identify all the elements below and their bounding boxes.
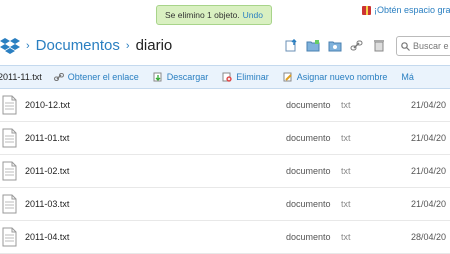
undo-link[interactable]: Undo [243, 10, 263, 20]
breadcrumb: › Documentos › diario [26, 37, 172, 54]
file-kind: documento [286, 100, 331, 110]
file-date: 21/04/20 [411, 100, 447, 110]
download-icon [153, 72, 162, 82]
undo-notification: Se elimino 1 objeto. Undo [156, 5, 272, 25]
more-button[interactable]: Má [401, 72, 414, 82]
upload-icon[interactable] [284, 39, 298, 52]
file-date: 21/04/20 [411, 199, 447, 209]
get-link-button[interactable]: Obtener el enlace [53, 72, 139, 82]
download-label: Descargar [166, 72, 209, 82]
search-icon [401, 41, 410, 51]
file-name[interactable]: 2011-03.txt [25, 199, 69, 209]
file-list: 2010-12.txt documento txt 21/04/20 2011-… [0, 89, 450, 254]
file-extension: txt [341, 199, 351, 209]
file-kind: documento [286, 166, 331, 176]
file-extension: txt [341, 232, 351, 242]
breadcrumb-separator: › [125, 39, 130, 52]
text-file-icon [2, 128, 17, 148]
page-title: diario [135, 37, 173, 54]
file-kind: documento [286, 232, 331, 242]
file-date: 21/04/20 [411, 133, 447, 143]
rename-label: Asignar nuevo nombre [296, 72, 388, 82]
text-file-icon [2, 95, 17, 115]
rename-icon [283, 72, 292, 82]
download-button[interactable]: Descargar [153, 72, 209, 82]
delete-icon [222, 72, 232, 82]
file-kind: documento [286, 199, 331, 209]
promo-label: ¡Obtén espacio gra [374, 5, 450, 15]
text-file-icon [2, 194, 17, 214]
file-name[interactable]: 2011-01.txt [25, 133, 69, 143]
file-row[interactable]: 2011-02.txt documento txt 21/04/20 [0, 155, 450, 188]
file-kind: documento [286, 133, 331, 143]
file-extension: txt [341, 100, 351, 110]
file-row[interactable]: 2011-01.txt documento txt 21/04/20 [0, 122, 450, 155]
action-bar: 2011-11.txt Obtener el enlace Descargar … [0, 65, 450, 89]
delete-label: Eliminar [236, 72, 269, 82]
promo-link[interactable]: ¡Obtén espacio gra [362, 5, 450, 15]
file-row[interactable]: 2011-04.txt documento txt 28/04/20 [0, 221, 450, 254]
search-placeholder: Buscar e [413, 41, 449, 51]
delete-button[interactable]: Eliminar [222, 72, 269, 82]
toolbar [284, 39, 386, 52]
rename-button[interactable]: Asignar nuevo nombre [283, 72, 388, 82]
new-folder-icon[interactable] [306, 39, 320, 52]
breadcrumb-separator: › [26, 39, 30, 52]
link-icon[interactable] [350, 39, 364, 52]
search-input[interactable]: Buscar e [396, 36, 450, 56]
file-extension: txt [341, 166, 351, 176]
get-link-label: Obtener el enlace [67, 72, 139, 82]
file-name[interactable]: 2011-04.txt [25, 232, 69, 242]
file-date: 28/04/20 [411, 232, 447, 242]
notification-message: Se elimino 1 objeto. [165, 10, 240, 20]
file-row[interactable]: 2010-12.txt documento txt 21/04/20 [0, 89, 450, 122]
file-date: 21/04/20 [411, 166, 447, 176]
file-name[interactable]: 2011-02.txt [25, 166, 69, 176]
shared-folder-icon[interactable] [328, 39, 342, 52]
dropbox-logo-icon[interactable] [0, 36, 20, 56]
file-extension: txt [341, 133, 351, 143]
link-icon [53, 73, 64, 81]
deleted-files-icon[interactable] [372, 39, 386, 52]
selected-file-name: 2011-11.txt [0, 72, 42, 82]
text-file-icon [2, 161, 17, 181]
breadcrumb-root-link[interactable]: Documentos [36, 37, 120, 54]
header: › Documentos › diario Buscar e [0, 34, 450, 60]
more-label: Má [401, 72, 414, 82]
file-row[interactable]: 2011-03.txt documento txt 21/04/20 [0, 188, 450, 221]
gift-icon [362, 5, 371, 15]
file-name[interactable]: 2010-12.txt [25, 100, 70, 110]
text-file-icon [2, 227, 17, 247]
